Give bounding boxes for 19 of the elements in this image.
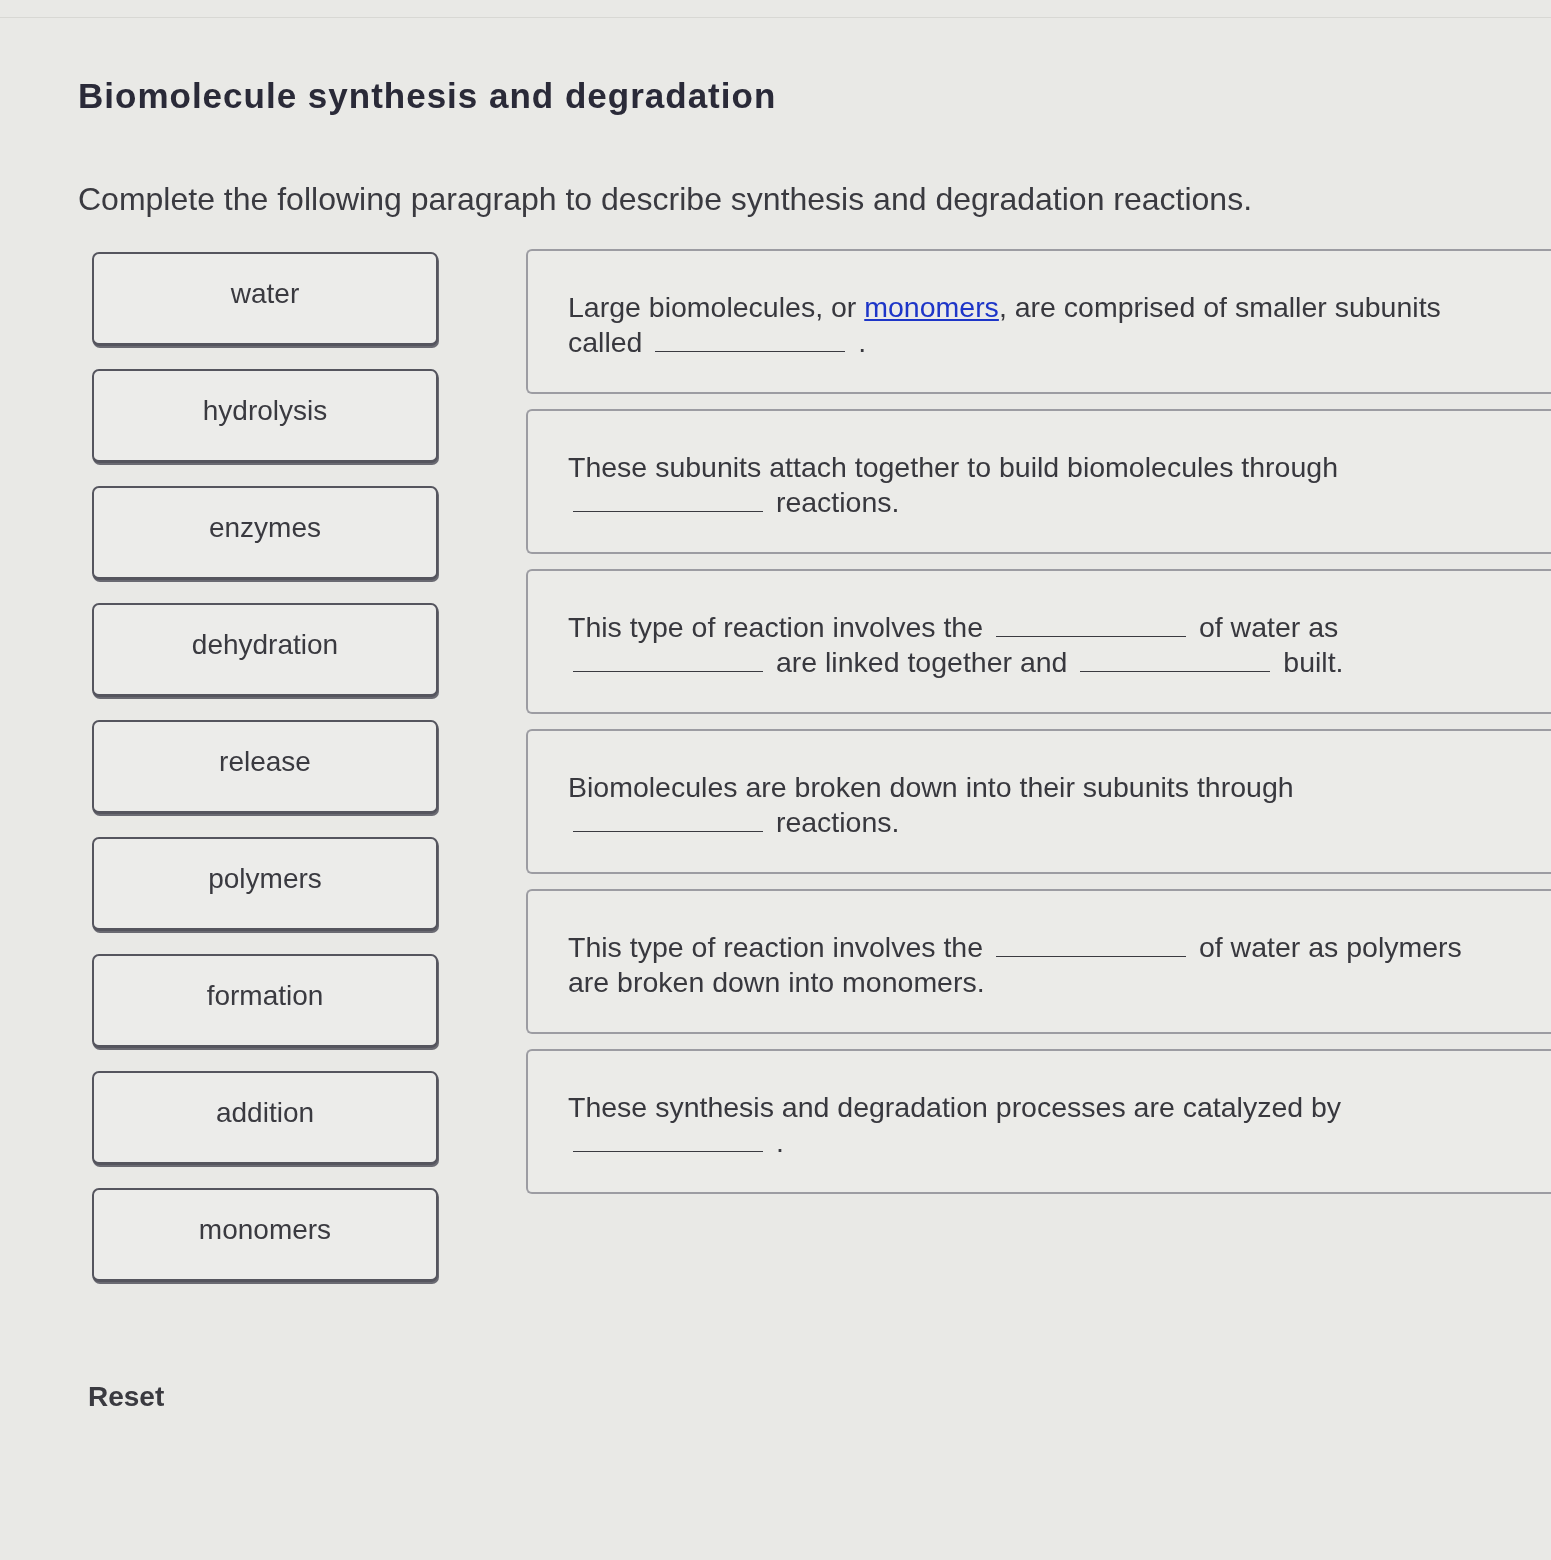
- page-title: Biomolecule synthesis and degradation: [78, 75, 778, 117]
- answer-choice[interactable]: polymers: [92, 837, 438, 931]
- answer-choice[interactable]: water: [92, 252, 438, 346]
- sentence-text: This type of reaction involves the of water as are linked together and built.: [568, 610, 1345, 680]
- sentence-text: This type of reaction involves the of water as polymers are broken down into monomers.: [568, 930, 1463, 1000]
- hint-link[interactable]: monomers: [864, 291, 999, 323]
- answer-choice[interactable]: formation: [92, 954, 438, 1048]
- answer-choice[interactable]: addition: [92, 1071, 438, 1165]
- sentence-text: Large biomolecules, or monomers, are comprised of smaller subunits called .: [568, 290, 1442, 360]
- answer-choice[interactable]: monomers: [92, 1188, 438, 1282]
- answer-choice[interactable]: hydrolysis: [92, 369, 438, 463]
- sentence-text: These synthesis and degradation processes are catalyzed by .: [568, 1090, 1343, 1160]
- sentence-text: These subunits attach together to build biomolecules through reactions.: [568, 450, 1339, 520]
- sentence-text: Biomolecules are broken down into their subunits through reactions.: [568, 770, 1295, 840]
- answer-choice[interactable]: release: [92, 720, 438, 814]
- answer-choice[interactable]: enzymes: [92, 486, 438, 580]
- answer-choice[interactable]: dehydration: [92, 603, 438, 697]
- instructions-text: Complete the following paragraph to describe synthesis and degradation reactions.: [78, 180, 1254, 218]
- reset-button[interactable]: Reset: [88, 1380, 165, 1414]
